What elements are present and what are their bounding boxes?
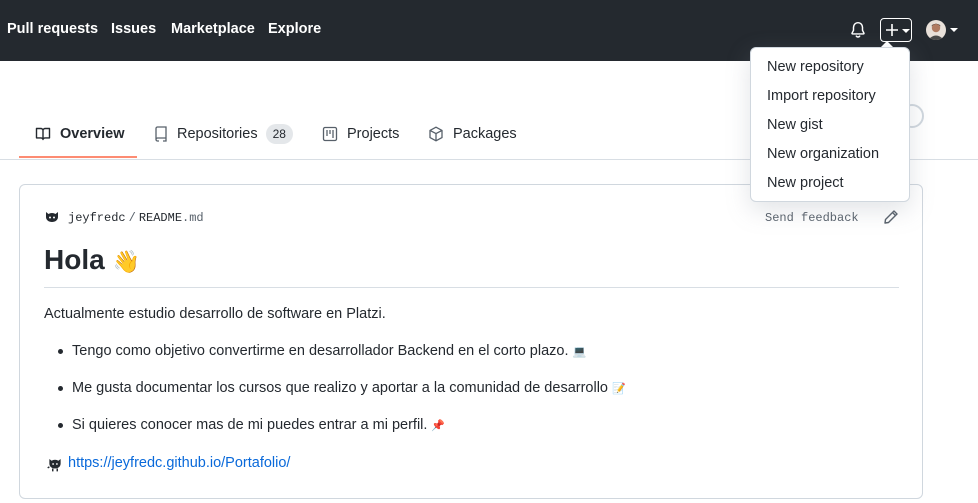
bullet-dot	[58, 423, 63, 428]
menu-item-new-gist[interactable]: New gist	[767, 117, 823, 133]
heading-divider	[44, 287, 899, 288]
menu-item-import-repository[interactable]: Import repository	[767, 88, 876, 104]
waving-hand-icon: 👋	[112, 249, 140, 274]
tab-repositories-label: Repositories	[177, 125, 258, 142]
list-item-text: Tengo como objetivo convertirme en desar…	[72, 343, 569, 359]
create-new-button[interactable]	[880, 18, 912, 42]
bullet-dot	[58, 349, 63, 354]
list-item-text: Si quieres conocer mas de mi puedes entr…	[72, 417, 428, 433]
readme-path: jeyfredc / README.md	[68, 211, 204, 225]
nav-marketplace[interactable]: Marketplace	[171, 21, 255, 37]
readme-file-name[interactable]: README	[139, 211, 182, 225]
octocat-icon	[46, 212, 58, 222]
tab-projects[interactable]: Projects	[322, 108, 399, 159]
menu-item-new-project[interactable]: New project	[767, 175, 844, 191]
tab-repositories[interactable]: Repositories 28	[154, 108, 293, 159]
list-item: Si quieres conocer mas de mi puedes entr…	[72, 417, 445, 433]
readme-owner-link[interactable]: jeyfredc	[68, 211, 126, 225]
list-item: Tengo como objetivo convertirme en desar…	[72, 343, 586, 359]
readme-heading: Hola 👋	[44, 244, 140, 276]
pencil-icon[interactable]	[883, 209, 899, 225]
chevron-down-icon	[902, 29, 910, 33]
portfolio-link[interactable]: https://jeyfredc.github.io/Portafolio/	[68, 455, 290, 471]
laptop-icon: 💻	[572, 346, 587, 358]
nav-pull-requests[interactable]: Pull requests	[7, 21, 98, 37]
repositories-count-badge: 28	[265, 123, 293, 144]
bell-icon[interactable]	[849, 21, 867, 39]
plus-icon	[886, 24, 898, 36]
list-item-text: Me gusta documentar los cursos que reali…	[72, 380, 608, 396]
memo-icon: 📝	[611, 383, 626, 395]
create-dropdown-menu: New repository Import repository New gis…	[750, 47, 910, 202]
readme-intro: Actualmente estudio desarrollo de softwa…	[44, 306, 386, 322]
pushpin-icon: 📌	[431, 420, 446, 432]
project-icon	[322, 126, 338, 141]
readme-panel: jeyfredc / README.md Send feedback Hola 👋 …	[19, 184, 923, 499]
package-icon	[429, 126, 443, 141]
bullet-dot	[58, 386, 63, 391]
send-feedback-link[interactable]: Send feedback	[765, 211, 859, 225]
nav-explore[interactable]: Explore	[268, 21, 321, 37]
avatar-caret-icon[interactable]	[950, 28, 958, 32]
book-icon	[35, 127, 51, 140]
path-separator: /	[128, 211, 136, 225]
readme-heading-text: Hola	[44, 244, 105, 275]
readme-file-ext: .md	[182, 211, 204, 225]
tab-packages-label: Packages	[453, 125, 517, 142]
github-octocat-icon	[47, 458, 61, 472]
tab-projects-label: Projects	[347, 125, 400, 142]
list-item: Me gusta documentar los cursos que reali…	[72, 380, 626, 396]
tab-packages[interactable]: Packages	[428, 108, 517, 159]
active-tab-indicator	[19, 156, 137, 158]
tab-overview[interactable]: Overview	[35, 108, 125, 159]
nav-issues[interactable]: Issues	[111, 21, 156, 37]
avatar[interactable]	[926, 20, 946, 40]
menu-item-new-organization[interactable]: New organization	[767, 146, 879, 162]
repo-icon	[155, 125, 167, 142]
tab-overview-label: Overview	[60, 125, 125, 142]
menu-item-new-repository[interactable]: New repository	[767, 59, 864, 75]
